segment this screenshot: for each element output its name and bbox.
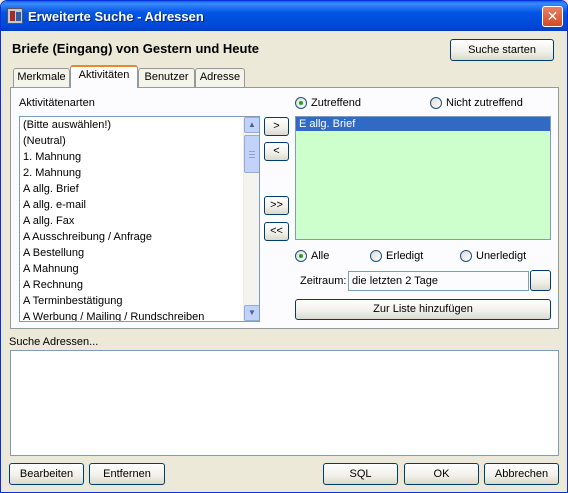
- activity-type-item[interactable]: A Werbung / Mailing / Rundschreiben: [20, 309, 259, 321]
- tab-merkmale[interactable]: Merkmale: [13, 68, 70, 87]
- add-all-button[interactable]: >>: [264, 196, 289, 215]
- activity-types-list[interactable]: (Bitte auswählen!) (Neutral) 1. Mahnung 2. …: [19, 116, 260, 322]
- radio-status-open-label: Unerledigt: [476, 250, 527, 262]
- activity-type-item[interactable]: A Mahnung: [20, 261, 259, 277]
- radio-matching-indicator[interactable]: [295, 97, 307, 109]
- app-icon: [7, 8, 23, 24]
- radio-status-done[interactable]: Erledigt: [370, 249, 423, 263]
- tab-aktivitaeten[interactable]: Aktivitäten: [70, 65, 138, 88]
- radio-status-all-indicator[interactable]: [295, 250, 307, 262]
- edit-button[interactable]: Bearbeiten: [9, 463, 84, 485]
- grip-line: [249, 154, 255, 155]
- tab-adresse[interactable]: Adresse: [195, 68, 245, 87]
- add-button[interactable]: >: [264, 117, 289, 136]
- ok-button[interactable]: OK: [404, 463, 479, 485]
- search-addresses-results[interactable]: [10, 350, 559, 456]
- activity-type-item[interactable]: (Bitte auswählen!): [20, 117, 259, 133]
- add-to-list-button[interactable]: Zur Liste hinzufügen: [295, 299, 551, 320]
- title-bar[interactable]: Erweiterte Suche - Adressen ✕: [1, 1, 567, 31]
- activity-type-item[interactable]: (Neutral): [20, 133, 259, 149]
- activity-type-item[interactable]: A allg. e-mail: [20, 197, 259, 213]
- search-title: Briefe (Eingang) von Gestern und Heute: [12, 41, 260, 56]
- activity-type-item[interactable]: 1. Mahnung: [20, 149, 259, 165]
- selected-activities-list[interactable]: E allg. Brief: [295, 116, 551, 240]
- period-label: Zeitraum:: [300, 275, 347, 287]
- radio-status-done-indicator[interactable]: [370, 250, 382, 262]
- close-icon: ✕: [546, 8, 559, 24]
- activity-type-item[interactable]: A Bestellung: [20, 245, 259, 261]
- window-title: Erweiterte Suche - Adressen: [28, 9, 204, 24]
- activity-type-item[interactable]: 2. Mahnung: [20, 165, 259, 181]
- activity-type-item[interactable]: A Rechnung: [20, 277, 259, 293]
- radio-status-open-indicator[interactable]: [460, 250, 472, 262]
- remove-button[interactable]: <: [264, 142, 289, 161]
- radio-status-done-label: Erledigt: [386, 250, 424, 262]
- activity-items: (Bitte auswählen!) (Neutral) 1. Mahnung 2. …: [20, 117, 259, 321]
- radio-matching[interactable]: Zutreffend: [295, 96, 361, 110]
- radio-status-all[interactable]: Alle: [295, 249, 329, 263]
- activity-type-item[interactable]: A allg. Brief: [20, 181, 259, 197]
- grip-line: [249, 151, 255, 152]
- activity-type-item[interactable]: A Terminbestätigung: [20, 293, 259, 309]
- search-addresses-label: Suche Adressen...: [9, 336, 99, 348]
- remove-all-button[interactable]: <<: [264, 222, 289, 241]
- activity-type-item[interactable]: A allg. Fax: [20, 213, 259, 229]
- radio-matching-label: Zutreffend: [311, 97, 361, 109]
- activity-list-scrollbar[interactable]: ▲ ▼: [243, 117, 259, 321]
- period-field[interactable]: die letzten 2 Tage: [348, 271, 529, 291]
- radio-status-open[interactable]: Unerledigt: [460, 249, 526, 263]
- scroll-down-arrow-icon[interactable]: ▼: [244, 305, 259, 321]
- activity-type-item[interactable]: A Ausschreibung / Anfrage: [20, 229, 259, 245]
- activity-types-label: Aktivitätenarten: [19, 97, 95, 109]
- scroll-thumb[interactable]: [244, 135, 259, 173]
- tab-benutzer[interactable]: Benutzer: [138, 68, 195, 87]
- remove-entry-button[interactable]: Entfernen: [89, 463, 165, 485]
- close-button[interactable]: ✕: [542, 6, 563, 27]
- radio-status-all-label: Alle: [311, 250, 330, 262]
- grip-line: [249, 157, 255, 158]
- radio-not-matching-indicator[interactable]: [430, 97, 442, 109]
- radio-not-matching[interactable]: Nicht zutreffend: [430, 96, 523, 110]
- selected-activity-item[interactable]: E allg. Brief: [296, 117, 550, 131]
- cancel-button[interactable]: Abbrechen: [484, 463, 559, 485]
- activities-tab-panel: Aktivitätenarten (Bitte auswählen!) (Neut…: [10, 87, 559, 329]
- start-search-button[interactable]: Suche starten: [450, 39, 554, 61]
- sql-button[interactable]: SQL: [323, 463, 398, 485]
- scroll-up-arrow-icon[interactable]: ▲: [244, 117, 259, 133]
- dialog-window: Erweiterte Suche - Adressen ✕ Briefe (Ei…: [0, 0, 568, 493]
- period-picker-button[interactable]: [530, 270, 551, 291]
- radio-not-matching-label: Nicht zutreffend: [446, 97, 523, 109]
